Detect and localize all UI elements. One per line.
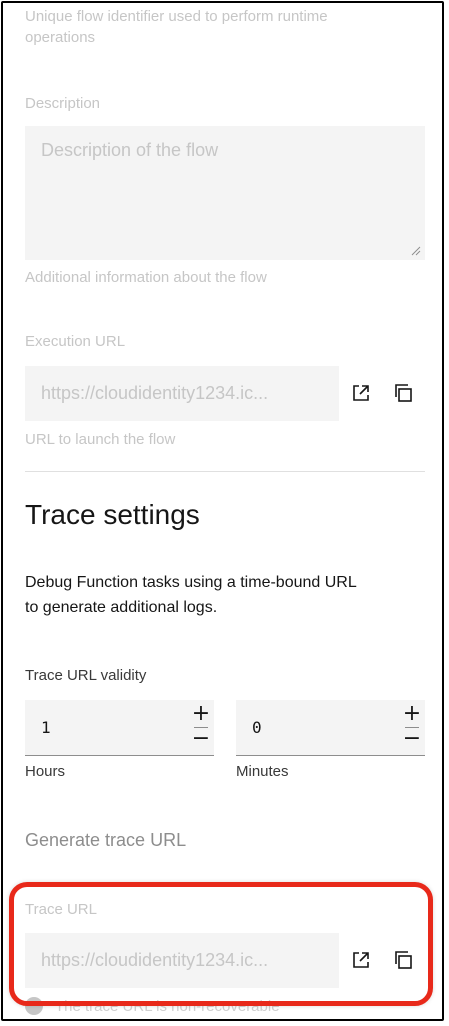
identifier-helper-text: Unique flow identifier used to perform r… <box>25 8 328 46</box>
execution-url-label: Execution URL <box>25 333 126 350</box>
minutes-value: 0 <box>252 718 262 737</box>
minutes-label: Minutes <box>236 763 289 780</box>
launch-icon <box>353 385 369 401</box>
execution-url-copy-button[interactable] <box>389 379 417 407</box>
minutes-increment-button[interactable]: + <box>403 703 421 726</box>
execution-url-helper-text: URL to launch the flow <box>25 431 176 448</box>
description-placeholder: Description of the flow <box>41 140 219 160</box>
minutes-stepper: + − <box>399 700 425 755</box>
execution-url-field[interactable]: https://cloudidentity1234.ic... <box>25 366 339 421</box>
hours-number-input[interactable]: 1 + − <box>25 700 214 756</box>
execution-url-value: https://cloudidentity1234.ic... <box>41 383 269 403</box>
resize-grip-icon[interactable] <box>411 246 421 256</box>
section-divider <box>25 471 425 472</box>
minutes-number-input[interactable]: 0 + − <box>236 700 425 756</box>
highlight-annotation <box>9 882 433 1006</box>
execution-url-open-button[interactable] <box>347 379 375 407</box>
description-textarea[interactable]: Description of the flow <box>25 126 425 260</box>
copy-icon <box>395 384 412 402</box>
hours-stepper: + − <box>188 700 214 755</box>
description-label: Description <box>25 95 101 112</box>
hours-decrement-button[interactable]: − <box>192 728 210 751</box>
trace-settings-description: Debug Function tasks using a time-bound … <box>25 574 357 616</box>
minutes-decrement-button[interactable]: − <box>403 728 421 751</box>
description-helper-text: Additional information about the flow <box>25 269 267 286</box>
trace-url-validity-label: Trace URL validity <box>25 667 147 684</box>
hours-label: Hours <box>25 763 66 780</box>
hours-increment-button[interactable]: + <box>192 703 210 726</box>
flow-settings-panel: Unique flow identifier used to perform r… <box>1 1 444 1021</box>
generate-trace-url-button[interactable]: Generate trace URL <box>25 830 186 851</box>
hours-value: 1 <box>41 718 51 737</box>
trace-settings-title: Trace settings <box>25 499 200 530</box>
